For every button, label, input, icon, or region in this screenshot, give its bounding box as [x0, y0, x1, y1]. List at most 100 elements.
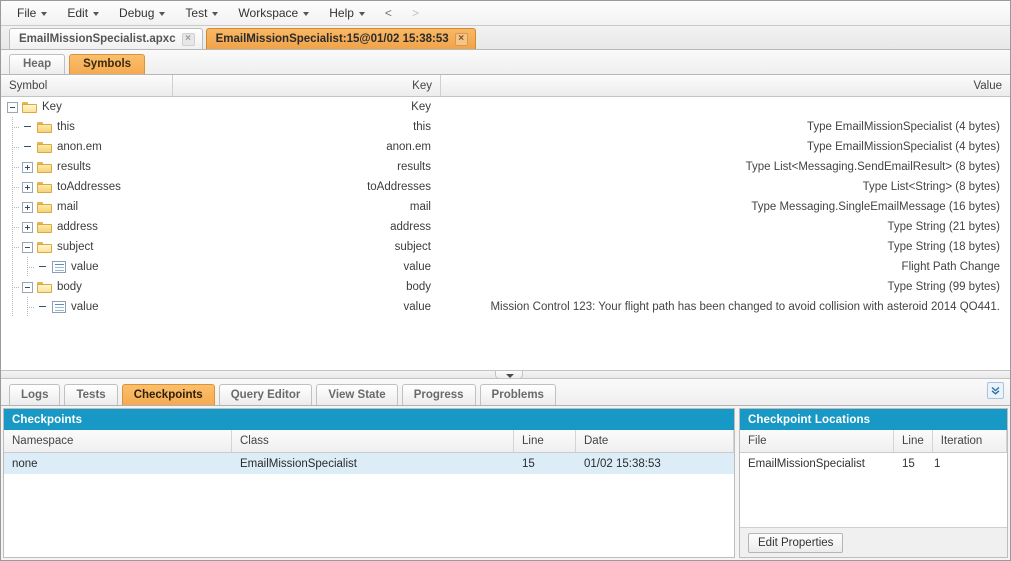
symbols-tree-row[interactable]: Key Key [1, 97, 1010, 117]
tab-heap[interactable]: Heap [9, 54, 66, 74]
column-header-line[interactable]: Line [514, 430, 576, 452]
cell-key: body [406, 281, 431, 293]
horizontal-splitter[interactable] [1, 370, 1010, 379]
menu-help[interactable]: Help [319, 3, 375, 23]
file-tab-checkpoint-snapshot[interactable]: EmailMissionSpecialist:15@01/02 15:38:53… [205, 28, 476, 49]
folder-open-icon [22, 101, 37, 113]
checkpoints-panel-title: Checkpoints [4, 409, 734, 430]
double-chevron-down-icon [991, 386, 1000, 395]
column-header-namespace[interactable]: Namespace [4, 430, 232, 452]
cell-key: subject [394, 241, 431, 253]
menu-debug[interactable]: Debug [109, 3, 175, 23]
table-row[interactable]: EmailMissionSpecialist 15 1 [740, 453, 1007, 474]
cell-symbol: Key [1, 97, 173, 117]
symbol-name: this [57, 121, 75, 133]
column-header-date[interactable]: Date [576, 430, 734, 452]
column-header-file[interactable]: File [740, 430, 894, 452]
tab-checkpoints[interactable]: Checkpoints [121, 384, 215, 405]
cell-key: value [403, 301, 432, 313]
collapse-icon[interactable] [22, 281, 33, 293]
symbols-tree-row[interactable]: value value Mission Control 123: Your flig… [1, 297, 1010, 317]
symbols-tree-row[interactable]: subject subject Type String (18 bytes) [1, 237, 1010, 257]
menu-file[interactable]: File [7, 3, 57, 23]
collapse-icon[interactable] [7, 101, 18, 113]
expand-icon[interactable] [22, 221, 33, 233]
column-header-value[interactable]: Value [441, 75, 1010, 96]
cell-symbol: value [1, 257, 173, 277]
symbol-name: address [57, 221, 98, 233]
folder-icon [37, 161, 52, 173]
cell-value: Type List<Messaging.SendEmailResult> (8 … [745, 161, 1000, 173]
tab-tests[interactable]: Tests [64, 384, 118, 405]
cell-value: Type String (99 bytes) [887, 281, 1001, 293]
chevron-down-icon [41, 12, 48, 16]
expand-icon[interactable] [22, 181, 33, 193]
collapse-icon[interactable] [22, 241, 33, 253]
file-tab-label: EmailMissionSpecialist:15@01/02 15:38:53 [215, 33, 449, 45]
tree-guide-line [7, 117, 19, 137]
symbols-tree-row[interactable]: mail mail Type Messaging.SingleEmailMessag… [1, 197, 1010, 217]
symbols-tree-row[interactable]: address address Type String (21 bytes) [1, 217, 1010, 237]
symbols-tree-row[interactable]: this this Type EmailMissionSpecialist (4 b… [1, 117, 1010, 137]
nav-prev-button[interactable]: < [375, 4, 402, 22]
checkpoint-locations-footer: Edit Properties [740, 527, 1007, 557]
cell-symbol: toAddresses [1, 177, 173, 197]
menu-file-label: File [17, 6, 37, 20]
cell-line: 15 [902, 457, 915, 470]
tree-guide-line [22, 257, 34, 277]
tab-progress[interactable]: Progress [401, 384, 476, 405]
expand-icon[interactable] [22, 201, 33, 213]
tab-symbols[interactable]: Symbols [69, 54, 146, 74]
cell-date: 01/02 15:38:53 [584, 457, 661, 470]
tree-twisty-spacer [37, 302, 48, 313]
close-icon[interactable]: × [454, 32, 468, 46]
tree-guide-line [22, 297, 34, 317]
tab-logs[interactable]: Logs [9, 384, 61, 405]
symbols-tree-row[interactable]: results results Type List<Messaging.SendEm… [1, 157, 1010, 177]
chevron-down-icon [159, 12, 166, 16]
bottom-tab-bar: Logs Tests Checkpoints Query Editor View Sta… [1, 379, 1010, 406]
checkpoint-locations-table-body: EmailMissionSpecialist 15 1 [740, 453, 1007, 527]
column-header-key[interactable]: Key [173, 75, 441, 96]
menu-workspace-label: Workspace [238, 6, 299, 20]
chevron-down-icon [212, 12, 219, 16]
column-header-line[interactable]: Line [894, 430, 933, 452]
menu-debug-label: Debug [119, 6, 155, 20]
close-icon[interactable]: × [181, 32, 195, 46]
expand-icon[interactable] [22, 161, 33, 173]
tab-view-state[interactable]: View State [316, 384, 398, 405]
symbols-tree-row[interactable]: anon.em anon.em Type EmailMissionSpecialis… [1, 137, 1010, 157]
tree-guide-line [7, 217, 19, 237]
tree-guide-line [7, 157, 19, 177]
expand-panel-button[interactable] [987, 382, 1004, 399]
column-header-symbol[interactable]: Symbol [1, 75, 173, 96]
tab-problems[interactable]: Problems [479, 384, 556, 405]
symbol-name: value [71, 261, 99, 273]
symbol-name: toAddresses [57, 181, 121, 193]
cell-symbol: body [1, 277, 173, 297]
symbols-tree-row[interactable]: toAddresses toAddresses Type List<String> … [1, 177, 1010, 197]
column-header-class[interactable]: Class [232, 430, 514, 452]
splitter-collapse-handle[interactable] [495, 370, 523, 379]
chevron-down-icon [358, 12, 365, 16]
table-row[interactable]: none EmailMissionSpecialist 15 01/02 15:… [4, 453, 734, 474]
column-header-iteration[interactable]: Iteration [933, 430, 1007, 452]
symbols-tree-row[interactable]: body body Type String (99 bytes) [1, 277, 1010, 297]
edit-properties-button[interactable]: Edit Properties [748, 532, 844, 553]
tree-guide-line [7, 197, 19, 217]
value-document-icon [52, 261, 66, 273]
symbols-tree-row[interactable]: value value Flight Path Change [1, 257, 1010, 277]
symbol-name: anon.em [57, 141, 102, 153]
symbols-grid-header: Symbol Key Value [1, 75, 1010, 97]
cell-symbol: results [1, 157, 173, 177]
file-tab-emailmissionspecialist-apxc[interactable]: EmailMissionSpecialist.apxc × [9, 28, 203, 49]
menu-help-label: Help [329, 6, 354, 20]
menu-test[interactable]: Test [175, 3, 228, 23]
tab-query-editor[interactable]: Query Editor [218, 384, 313, 405]
menu-workspace[interactable]: Workspace [228, 3, 319, 23]
tree-guide-line [7, 237, 19, 257]
cell-value: Type String (18 bytes) [887, 241, 1001, 253]
nav-next-button[interactable]: > [402, 4, 429, 22]
menu-edit[interactable]: Edit [57, 3, 109, 23]
menu-bar: File Edit Debug Test Workspace Help < > [1, 1, 1010, 26]
